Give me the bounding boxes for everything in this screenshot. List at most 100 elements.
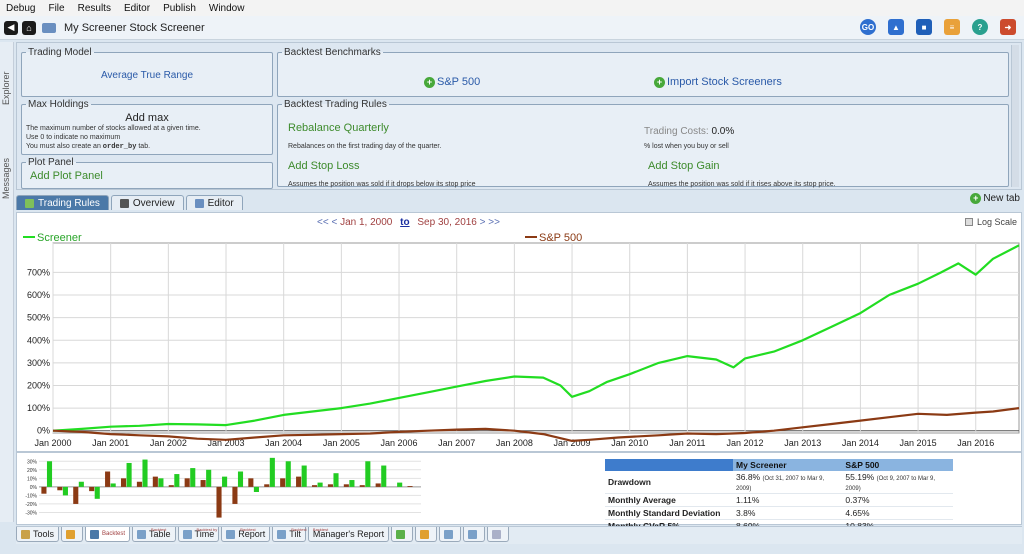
tab-backtest-tilt[interactable]: Backtest Tilt: [272, 527, 307, 542]
bar-sp500: [359, 485, 365, 487]
stop-loss-desc: Assumes the position was sold if it drop…: [288, 181, 476, 188]
trading-model-value[interactable]: Average True Range: [22, 70, 272, 81]
go-button[interactable]: GO: [860, 19, 876, 35]
x-tick-label: Jan 2014: [842, 438, 879, 448]
stat-value-b: 0.37%: [842, 493, 953, 507]
tab-extra-5[interactable]: [487, 527, 510, 542]
costs-desc: % lost when you buy or sell: [644, 143, 729, 150]
messages-tab[interactable]: Messages: [1, 148, 13, 208]
bar-sp500: [57, 486, 63, 491]
tab-extra-3[interactable]: [439, 527, 462, 542]
new-tab-button[interactable]: + New tab: [970, 193, 1020, 204]
x-tick-label: Jan 2015: [900, 438, 937, 448]
tab-sub: Backtest by: [196, 527, 218, 532]
menu-publish[interactable]: Publish: [163, 3, 196, 14]
bar-screener: [110, 483, 116, 487]
bar-screener: [237, 471, 244, 487]
stop-loss-button[interactable]: Add Stop Loss: [288, 160, 360, 172]
trading-model-legend: Trading Model: [28, 47, 92, 58]
forward-icon[interactable]: ⌂: [22, 20, 36, 35]
bar-screener: [397, 482, 403, 487]
x-tick-label: Jan 2012: [727, 438, 764, 448]
tab-backtest-time[interactable]: Backtest by Time: [177, 527, 220, 542]
stats-header-row: My Screener S&P 500: [605, 459, 953, 471]
x-tick-label: Jan 2004: [265, 438, 302, 448]
max-holdings-box: Max Holdings Add max The maximum number …: [21, 99, 273, 155]
max-holdings-legend: Max Holdings: [28, 99, 89, 110]
bar-screener: [206, 469, 212, 487]
y-tick-label: 300%: [27, 358, 50, 368]
stop-gain-button[interactable]: Add Stop Gain: [648, 160, 720, 172]
bar-sp500: [327, 484, 333, 487]
y-tick-label: 100%: [27, 403, 50, 413]
max-holdings-desc: The maximum number of stocks allowed at …: [22, 124, 272, 152]
add-max-button[interactable]: Add max: [22, 112, 272, 124]
tab-extra-4[interactable]: [463, 527, 486, 542]
add-icon: +: [424, 76, 435, 88]
tab-explore[interactable]: [61, 527, 84, 542]
import-screeners-button[interactable]: + Import Stock Screeners: [654, 76, 782, 88]
bar-sp500: [280, 478, 286, 487]
tab-backtest[interactable]: Backtest: [85, 527, 131, 542]
settings-panel: Trading Model Average True Range Backtes…: [16, 42, 1022, 190]
wrench-icon: [21, 529, 30, 539]
back-icon[interactable]: ◀: [4, 20, 18, 35]
stats-header-blank: [605, 459, 733, 471]
tab-extra-1[interactable]: [391, 527, 414, 542]
sp500-label: S&P 500: [437, 76, 481, 88]
plot-panel-box: Plot Panel Add Plot Panel: [21, 157, 273, 189]
go-label: GO: [861, 22, 875, 32]
plot-panel-legend: Plot Panel: [28, 157, 74, 168]
exit-icon[interactable]: ➜: [1000, 19, 1016, 35]
bar-y-tick-label: -10%: [25, 493, 37, 499]
menu-bar: Debug File Results Editor Publish Window: [0, 0, 1024, 16]
menu-results[interactable]: Results: [78, 3, 111, 14]
explorer-tab[interactable]: Explorer: [1, 48, 13, 128]
stat-value: 36.8% (Oct 31, 2007 to Mar 9, 2009): [733, 471, 843, 494]
desc-line-1: The maximum number of stocks allowed at …: [26, 125, 201, 132]
menu-file[interactable]: File: [48, 3, 64, 14]
tab-managers-report[interactable]: Backtest Manager's Report: [307, 527, 390, 542]
y-tick-label: 0%: [37, 426, 50, 436]
tab-label: Overview: [132, 197, 175, 209]
bar-screener: [158, 478, 164, 487]
add-icon: +: [654, 76, 665, 88]
desc-code: order_by: [102, 143, 137, 151]
bar-screener: [174, 474, 180, 487]
menu-debug[interactable]: Debug: [6, 3, 35, 14]
stat-value-a: 1.11%: [733, 493, 843, 507]
bar-y-tick-label: 0%: [30, 485, 38, 491]
chart-icon: [90, 529, 100, 539]
add-plot-panel-button[interactable]: Add Plot Panel: [22, 170, 272, 182]
help-icon[interactable]: ?: [972, 19, 988, 35]
rules-icon: [25, 198, 34, 208]
tab-backtest-report[interactable]: Backtest Report: [221, 527, 271, 542]
bar-screener: [317, 482, 323, 487]
toolbar: ◀ ⌂ My Screener Stock Screener GO ▲ ■ ≡ …: [0, 16, 1024, 40]
tab-editor[interactable]: Editor: [185, 195, 243, 210]
add-icon: +: [970, 193, 982, 204]
save-icon[interactable]: ■: [916, 19, 932, 35]
tab-tools[interactable]: Tools: [16, 527, 60, 542]
sp500-benchmark[interactable]: + S&P 500: [424, 76, 480, 88]
trading-costs[interactable]: Trading Costs: 0.0%: [644, 126, 734, 137]
overview-icon: [119, 198, 129, 208]
tab-backtest-table[interactable]: Backtest Table: [132, 527, 176, 542]
x-tick-label: Jan 2008: [496, 438, 533, 448]
folder-icon: [66, 529, 76, 539]
bar-sp500: [73, 486, 79, 504]
tab-overview[interactable]: Overview: [110, 195, 184, 210]
vertical-scrollbar[interactable]: [1011, 45, 1019, 187]
menu-window[interactable]: Window: [209, 3, 245, 14]
rebalance-button[interactable]: Rebalance Quarterly: [288, 122, 389, 134]
chart-icon[interactable]: ▲: [888, 19, 904, 35]
x-tick-label: Jan 2010: [611, 438, 648, 448]
benchmarks-legend: Backtest Benchmarks: [284, 47, 381, 58]
bar-sp500: [296, 476, 302, 487]
desc-pre: You must also create an: [26, 143, 103, 150]
side-tabs: Explorer Messages: [0, 42, 14, 522]
tab-trading-rules[interactable]: Trading Rules: [16, 195, 109, 210]
menu-editor[interactable]: Editor: [124, 3, 150, 14]
list-icon[interactable]: ≡: [944, 19, 960, 35]
tab-extra-2[interactable]: [415, 527, 438, 542]
